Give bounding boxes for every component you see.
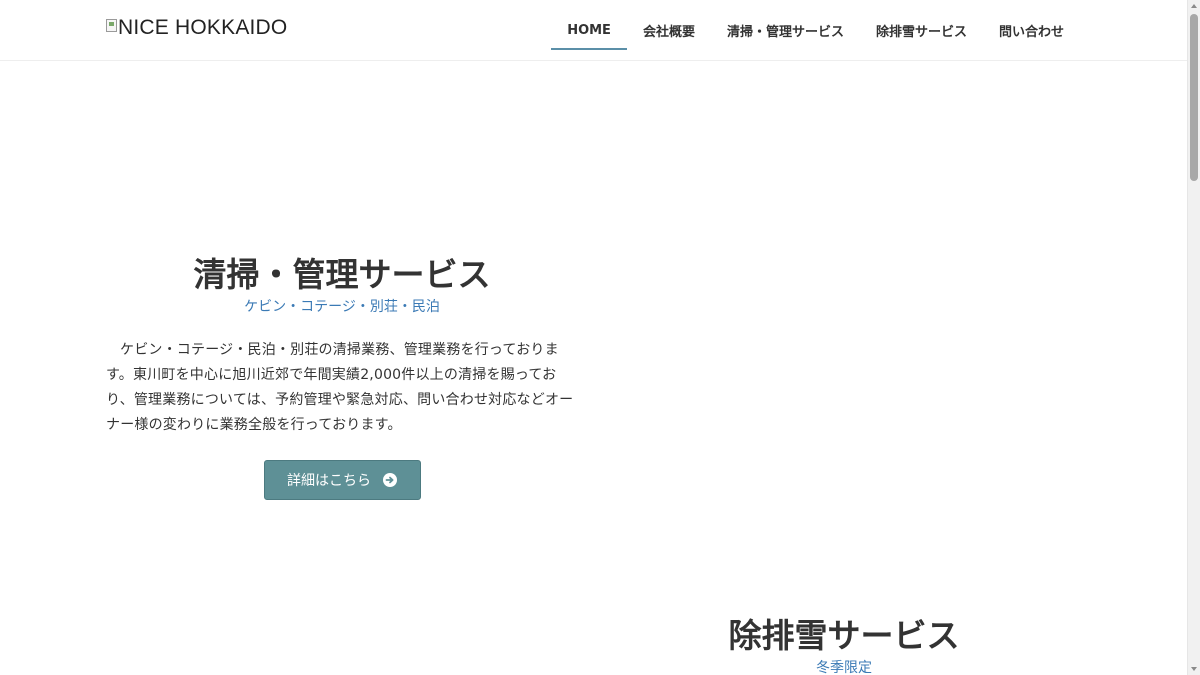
cleaning-subtitle: ケビン・コテージ・別荘・民泊 [244, 299, 440, 315]
page: NICE HOKKAIDO HOME 会社概要 清掃・管理サービス 除排雪サービ… [0, 0, 1200, 675]
snow-section: 除排雪サービス 冬季限定 [634, 616, 1054, 675]
nav-item-home[interactable]: HOME [551, 0, 627, 60]
site-header: NICE HOKKAIDO HOME 会社概要 清掃・管理サービス 除排雪サービ… [0, 0, 1187, 61]
cleaning-section: 清掃・管理サービス ケビン・コテージ・別荘・民泊 ケビン・コテージ・民泊・別荘の… [106, 255, 578, 500]
arrow-circle-right-icon [383, 473, 397, 487]
nav-item-contact[interactable]: 問い合わせ [983, 0, 1080, 60]
site-logo[interactable]: NICE HOKKAIDO [106, 16, 287, 40]
details-button-label: 詳細はこちら [287, 473, 371, 489]
snow-title: 除排雪サービス [728, 616, 960, 655]
scroll-up-icon[interactable] [1191, 4, 1197, 8]
nav-item-snow[interactable]: 除排雪サービス [860, 0, 983, 60]
cleaning-description: ケビン・コテージ・民泊・別荘の清掃業務、管理業務を行っております。東川町を中心に… [106, 342, 574, 433]
page-scrollbar[interactable] [1187, 0, 1200, 675]
broken-image-icon [106, 18, 117, 32]
nav-item-label: 問い合わせ [998, 24, 1064, 40]
nav-item-company[interactable]: 会社概要 [627, 0, 711, 60]
snow-subtitle: 冬季限定 [816, 660, 872, 675]
logo-text: NICE HOKKAIDO [118, 16, 288, 39]
nav-item-cleaning[interactable]: 清掃・管理サービス [711, 0, 860, 60]
nav-item-label: 清掃・管理サービス [726, 24, 844, 40]
nav-item-label: 除排雪サービス [875, 24, 967, 40]
scroll-thumb[interactable] [1190, 14, 1198, 181]
nav-item-label: HOME [567, 22, 611, 38]
details-button[interactable]: 詳細はこちら [263, 460, 421, 500]
main-nav: HOME 会社概要 清掃・管理サービス 除排雪サービス 問い合わせ [551, 0, 1080, 60]
scroll-down-icon[interactable] [1191, 667, 1197, 671]
nav-item-label: 会社概要 [642, 24, 695, 40]
cleaning-title: 清掃・管理サービス [193, 255, 491, 294]
